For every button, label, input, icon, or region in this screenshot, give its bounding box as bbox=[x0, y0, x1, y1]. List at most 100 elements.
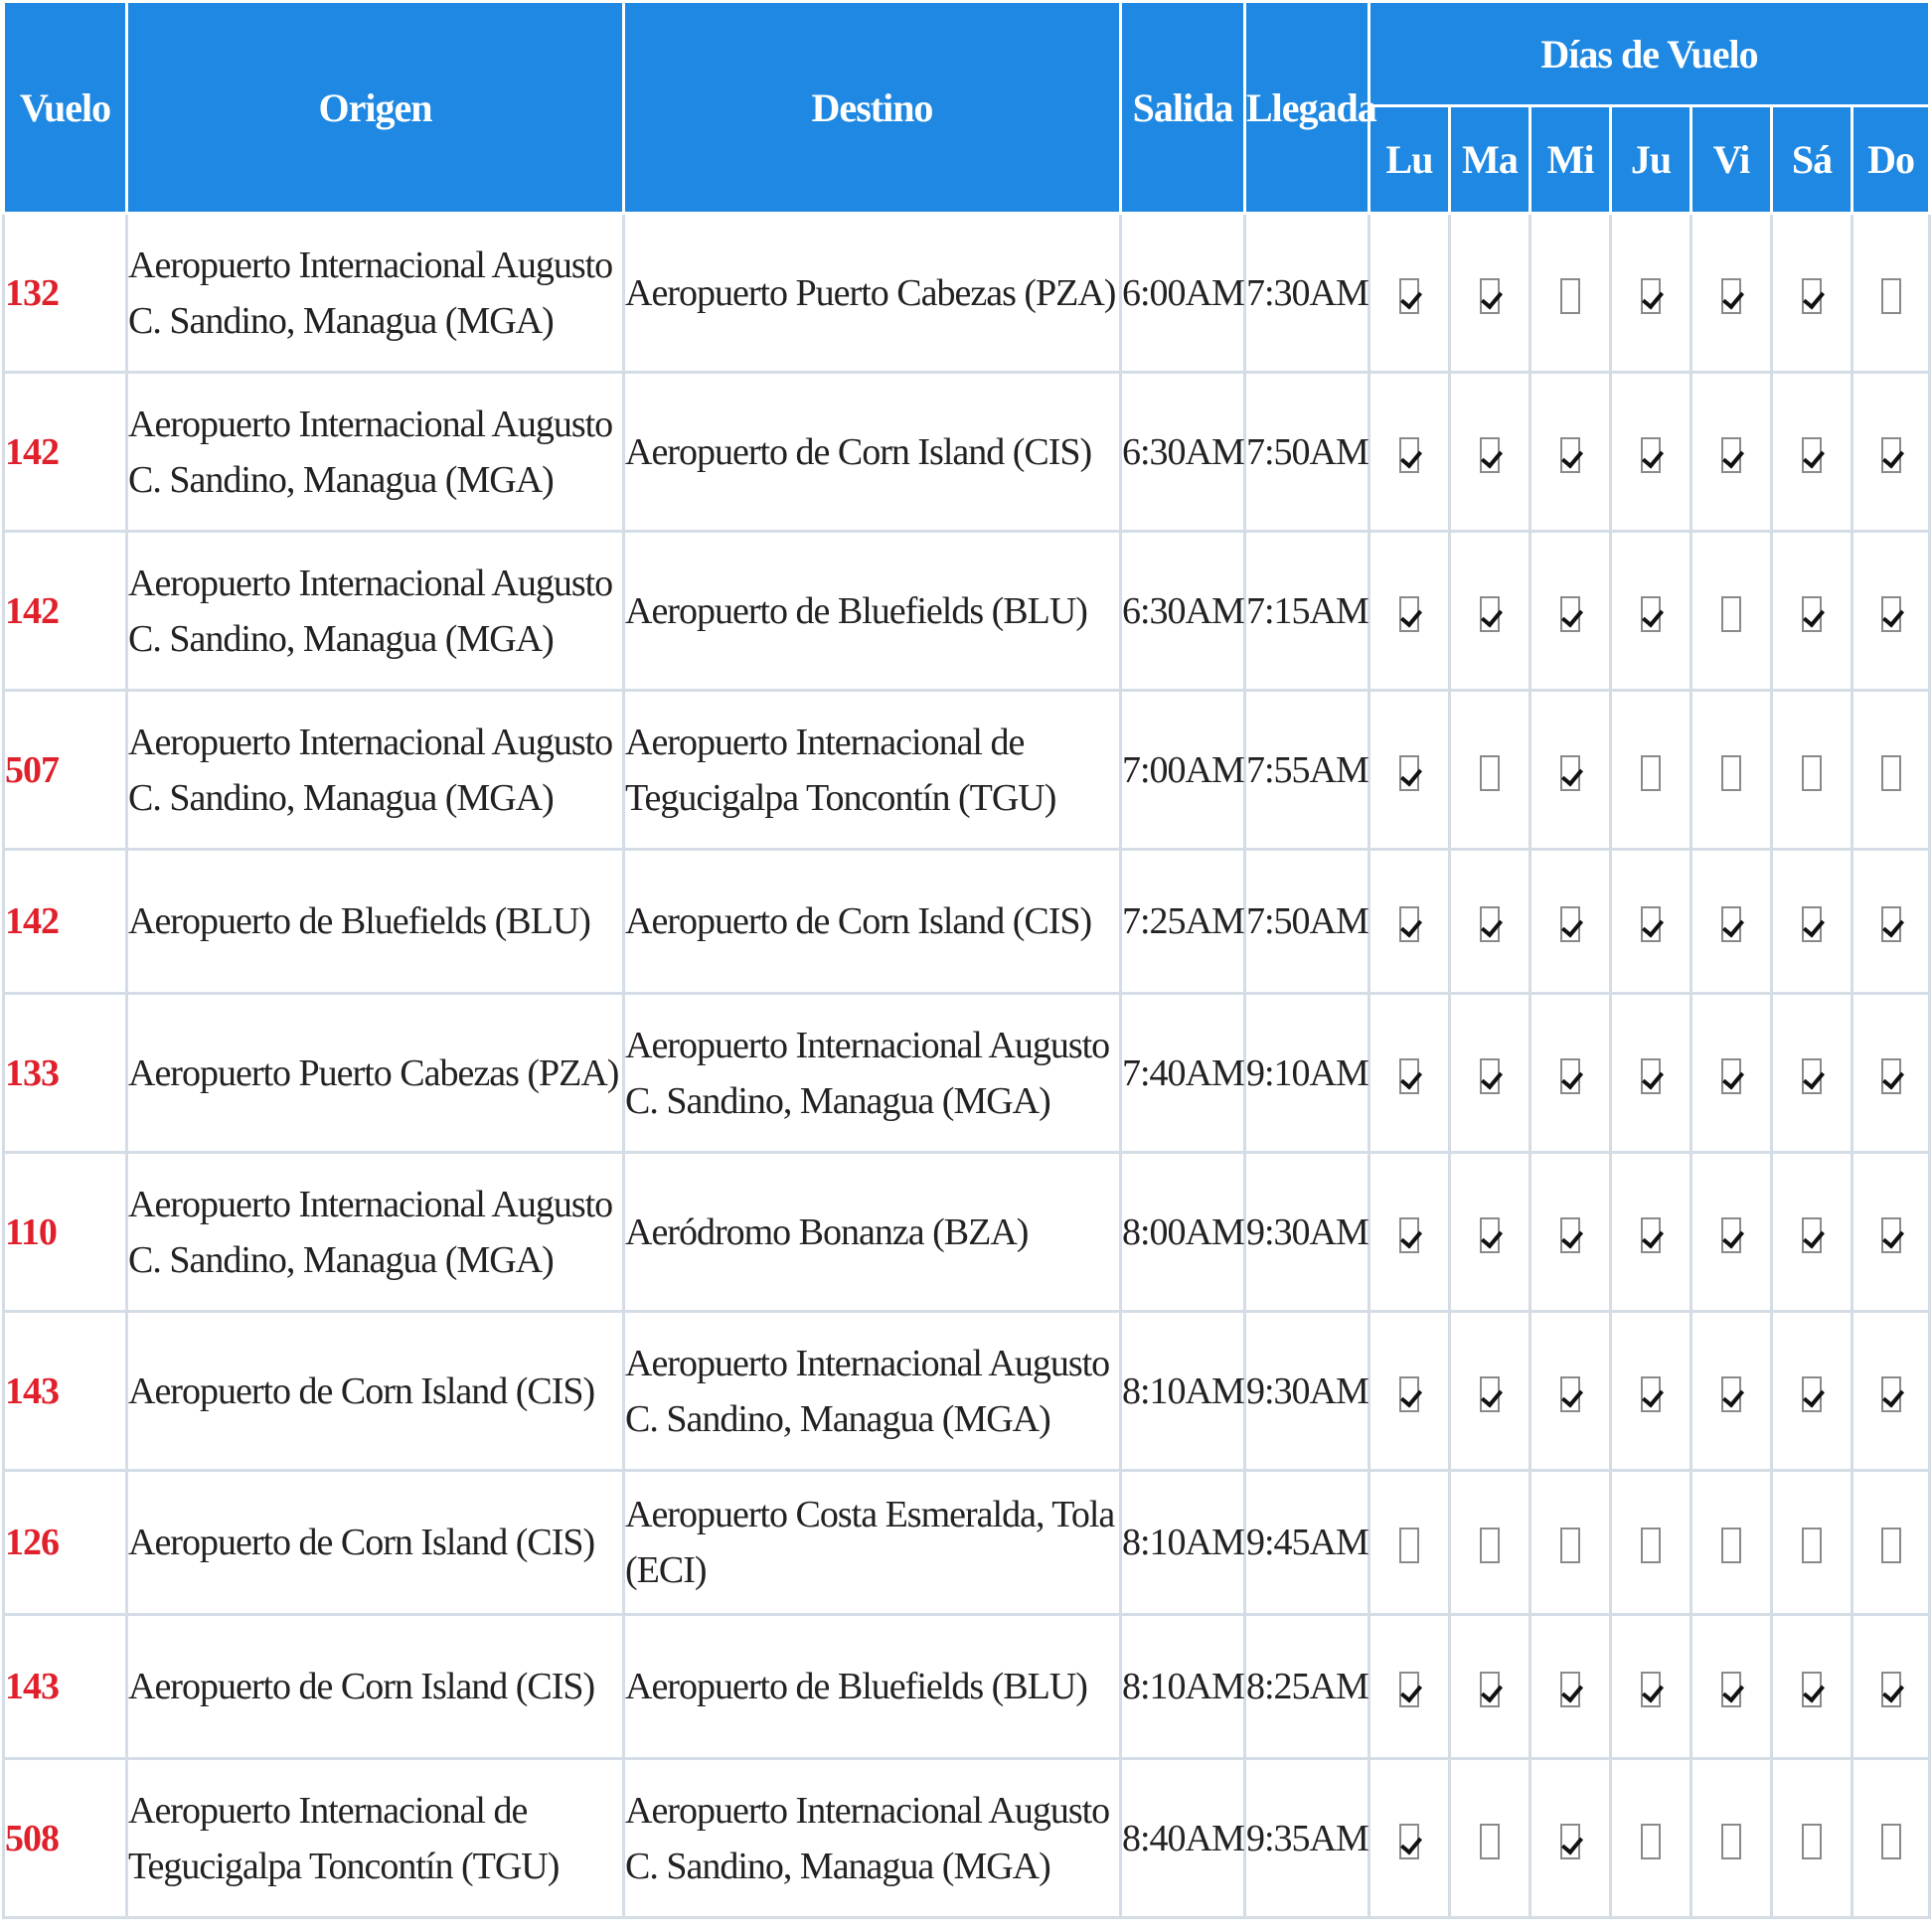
day-ma-checkbox[interactable] bbox=[1480, 1375, 1500, 1412]
destination-cell: Aeropuerto de Bluefields (BLU) bbox=[622, 1613, 1122, 1760]
day-do-checkbox[interactable] bbox=[1880, 754, 1901, 791]
day-ma-checkbox[interactable] bbox=[1480, 906, 1500, 943]
day-ju-checkbox[interactable] bbox=[1641, 1216, 1661, 1253]
day-vi-checkbox[interactable] bbox=[1721, 1672, 1741, 1708]
day-vi-checkbox[interactable] bbox=[1721, 906, 1741, 943]
day-ma-checkbox[interactable] bbox=[1480, 1528, 1500, 1564]
day-ma-checkbox[interactable] bbox=[1480, 1672, 1500, 1708]
departure-time-cell: 8:00AM bbox=[1119, 1151, 1246, 1313]
day-cell-mi bbox=[1529, 1757, 1612, 1919]
day-mi-checkbox[interactable] bbox=[1560, 277, 1580, 314]
day-mi-checkbox[interactable] bbox=[1560, 595, 1580, 632]
day-mi-checkbox[interactable] bbox=[1560, 436, 1580, 473]
day-do-checkbox[interactable] bbox=[1880, 1672, 1901, 1708]
day-mi-checkbox[interactable] bbox=[1560, 1823, 1580, 1859]
day-vi-checkbox[interactable] bbox=[1721, 595, 1741, 632]
day-sa-checkbox[interactable] bbox=[1802, 1528, 1822, 1564]
day-vi-checkbox[interactable] bbox=[1721, 1057, 1741, 1094]
day-cell-ma bbox=[1448, 1310, 1531, 1472]
day-sa-checkbox[interactable] bbox=[1802, 1823, 1822, 1859]
origin-cell: Aeropuerto Internacional Augusto C. Sand… bbox=[125, 530, 625, 692]
day-sa-checkbox[interactable] bbox=[1802, 595, 1822, 632]
day-sa-checkbox[interactable] bbox=[1802, 1672, 1822, 1708]
day-do-checkbox[interactable] bbox=[1880, 277, 1901, 314]
day-lu-checkbox[interactable] bbox=[1399, 1057, 1419, 1094]
day-cell-lu bbox=[1368, 371, 1451, 533]
day-lu-checkbox[interactable] bbox=[1399, 436, 1419, 473]
day-ju-checkbox[interactable] bbox=[1641, 436, 1661, 473]
table-row: 507 Aeropuerto Internacional Augusto C. S… bbox=[2, 689, 1932, 851]
day-lu-checkbox[interactable] bbox=[1399, 754, 1419, 791]
header-day-sa: Sá bbox=[1770, 104, 1853, 215]
day-mi-checkbox[interactable] bbox=[1560, 1375, 1580, 1412]
day-ju-checkbox[interactable] bbox=[1641, 906, 1661, 943]
day-sa-checkbox[interactable] bbox=[1802, 906, 1822, 943]
day-ma-checkbox[interactable] bbox=[1480, 277, 1500, 314]
day-lu-checkbox[interactable] bbox=[1399, 277, 1419, 314]
day-cell-lu bbox=[1368, 848, 1451, 995]
day-vi-checkbox[interactable] bbox=[1721, 1375, 1741, 1412]
day-cell-vi bbox=[1690, 1757, 1773, 1919]
day-vi-checkbox[interactable] bbox=[1721, 436, 1741, 473]
day-sa-checkbox[interactable] bbox=[1802, 1057, 1822, 1094]
day-sa-checkbox[interactable] bbox=[1802, 436, 1822, 473]
day-do-checkbox[interactable] bbox=[1880, 1057, 1901, 1094]
day-lu-checkbox[interactable] bbox=[1399, 1823, 1419, 1859]
day-mi-checkbox[interactable] bbox=[1560, 1672, 1580, 1708]
day-ju-checkbox[interactable] bbox=[1641, 1672, 1661, 1708]
day-mi-checkbox[interactable] bbox=[1560, 1216, 1580, 1253]
day-do-checkbox[interactable] bbox=[1880, 1375, 1901, 1412]
day-ma-checkbox[interactable] bbox=[1480, 436, 1500, 473]
day-mi-checkbox[interactable] bbox=[1560, 754, 1580, 791]
day-do-checkbox[interactable] bbox=[1880, 1823, 1901, 1859]
day-sa-checkbox[interactable] bbox=[1802, 754, 1822, 791]
day-cell-mi bbox=[1529, 530, 1612, 692]
day-ma-checkbox[interactable] bbox=[1480, 1057, 1500, 1094]
day-sa-checkbox[interactable] bbox=[1802, 1216, 1822, 1253]
day-do-checkbox[interactable] bbox=[1880, 595, 1901, 632]
day-ju-checkbox[interactable] bbox=[1641, 1375, 1661, 1412]
day-ma-checkbox[interactable] bbox=[1480, 1216, 1500, 1253]
day-mi-checkbox[interactable] bbox=[1560, 1057, 1580, 1094]
day-ju-checkbox[interactable] bbox=[1641, 754, 1661, 791]
day-lu-checkbox[interactable] bbox=[1399, 1216, 1419, 1253]
day-cell-ma bbox=[1448, 1757, 1531, 1919]
day-mi-checkbox[interactable] bbox=[1560, 906, 1580, 943]
day-vi-checkbox[interactable] bbox=[1721, 754, 1741, 791]
day-vi-checkbox[interactable] bbox=[1721, 1528, 1741, 1564]
day-vi-checkbox[interactable] bbox=[1721, 277, 1741, 314]
day-do-checkbox[interactable] bbox=[1880, 1528, 1901, 1564]
day-do-checkbox[interactable] bbox=[1880, 436, 1901, 473]
day-mi-checkbox[interactable] bbox=[1560, 1528, 1580, 1564]
day-do-checkbox[interactable] bbox=[1880, 1216, 1901, 1253]
day-ju-checkbox[interactable] bbox=[1641, 1528, 1661, 1564]
day-ma-checkbox[interactable] bbox=[1480, 754, 1500, 791]
day-cell-mi bbox=[1529, 1613, 1612, 1760]
day-lu-checkbox[interactable] bbox=[1399, 1528, 1419, 1564]
departure-time-cell: 7:00AM bbox=[1119, 689, 1246, 851]
day-ju-checkbox[interactable] bbox=[1641, 277, 1661, 314]
day-lu-checkbox[interactable] bbox=[1399, 1375, 1419, 1412]
day-cell-do bbox=[1850, 1310, 1932, 1472]
header-day-lu: Lu bbox=[1368, 104, 1451, 215]
arrival-time-cell: 8:25AM bbox=[1243, 1613, 1370, 1760]
day-vi-checkbox[interactable] bbox=[1721, 1216, 1741, 1253]
day-ma-checkbox[interactable] bbox=[1480, 1823, 1500, 1859]
day-lu-checkbox[interactable] bbox=[1399, 906, 1419, 943]
day-do-checkbox[interactable] bbox=[1880, 906, 1901, 943]
day-sa-checkbox[interactable] bbox=[1802, 1375, 1822, 1412]
day-sa-checkbox[interactable] bbox=[1802, 277, 1822, 314]
day-ju-checkbox[interactable] bbox=[1641, 595, 1661, 632]
day-ma-checkbox[interactable] bbox=[1480, 595, 1500, 632]
day-ju-checkbox[interactable] bbox=[1641, 1823, 1661, 1859]
day-cell-vi bbox=[1690, 1310, 1773, 1472]
day-cell-do bbox=[1850, 1469, 1932, 1616]
day-lu-checkbox[interactable] bbox=[1399, 595, 1419, 632]
day-ju-checkbox[interactable] bbox=[1641, 1057, 1661, 1094]
day-cell-mi bbox=[1529, 848, 1612, 995]
day-lu-checkbox[interactable] bbox=[1399, 1672, 1419, 1708]
day-cell-ju bbox=[1609, 1469, 1692, 1616]
day-cell-sa bbox=[1770, 848, 1853, 995]
day-vi-checkbox[interactable] bbox=[1721, 1823, 1741, 1859]
header-vuelo: Vuelo bbox=[2, 0, 128, 215]
